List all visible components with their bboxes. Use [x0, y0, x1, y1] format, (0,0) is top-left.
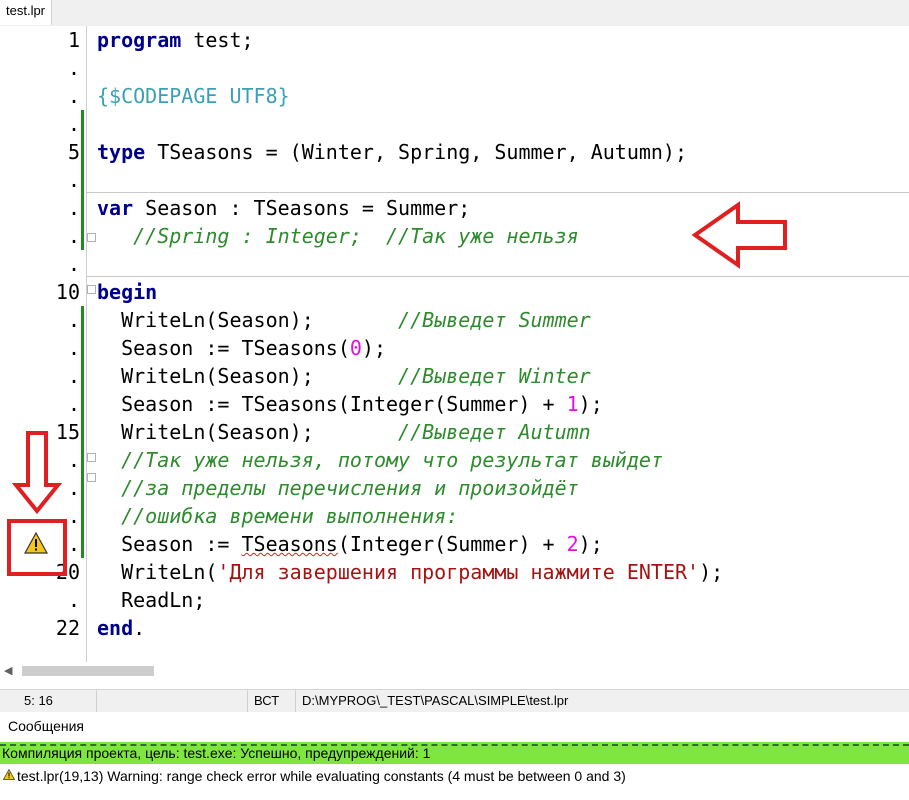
messages-panel-title: Сообщения: [0, 712, 909, 740]
message-warning[interactable]: test.lpr(19,13) Warning: range check err…: [0, 765, 909, 787]
file-path: D:\MYPROG\_TEST\PASCAL\SIMPLE\test.lpr: [302, 693, 569, 708]
warning-icon: [3, 769, 15, 780]
insert-mode: ВСТ: [254, 693, 280, 708]
message-success[interactable]: Компиляция проекта, цель: test.exe: Успе…: [0, 742, 909, 764]
warning-highlight-box: [7, 519, 67, 576]
status-divider: [96, 690, 97, 712]
status-divider: [247, 690, 248, 712]
down-arrow-annotation: [11, 431, 63, 515]
annotation-overlay: [7, 201, 787, 576]
left-arrow-annotation: [691, 201, 787, 269]
message-success-text: Компиляция проекта, цель: test.exe: Успе…: [2, 745, 431, 761]
status-divider: [295, 690, 296, 712]
status-bar: 5: 16 ВСТ D:\MYPROG\_TEST\PASCAL\SIMPLE\…: [0, 689, 909, 712]
messages-title: Сообщения: [8, 718, 84, 734]
cursor-position: 5: 16: [24, 693, 53, 708]
message-warning-text: test.lpr(19,13) Warning: range check err…: [17, 768, 626, 784]
